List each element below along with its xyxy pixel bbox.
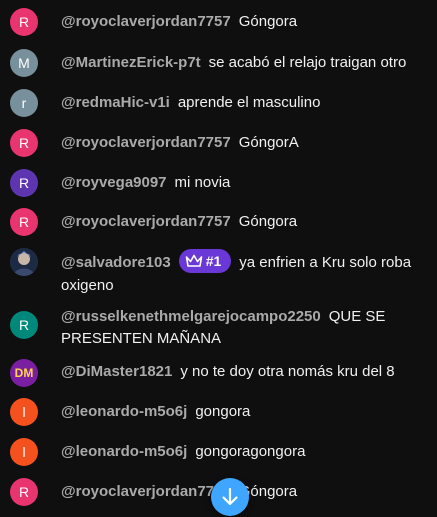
message-text: se acabó el relajo traigan otro xyxy=(208,54,407,71)
author-name[interactable]: @royoclaverjordan7757 xyxy=(61,213,231,230)
message-body: @salvadore103 #1 ya enfrien a Kru solo rob… xyxy=(61,249,431,297)
avatar[interactable]: R xyxy=(10,8,38,36)
author-name[interactable]: @royoclaverjordan7757 xyxy=(61,13,231,30)
avatar[interactable]: R xyxy=(10,208,38,236)
avatar[interactable]: l xyxy=(10,398,38,426)
chat-message: DM @DiMaster1821 y no te doy otra nomás k… xyxy=(0,359,437,387)
message-text: mi novia xyxy=(174,174,231,191)
chat-message: R @royvega9097 mi novia xyxy=(0,169,437,197)
avatar[interactable]: R xyxy=(10,478,38,506)
chat-message: R @royoclaverjordan7757 Góngora xyxy=(0,208,437,236)
badge-label: #1 xyxy=(205,253,222,269)
avatar[interactable]: R xyxy=(10,311,38,339)
author-name[interactable]: @salvadore103 xyxy=(61,254,171,271)
chat-message: @salvadore103 #1 ya enfrien a Kru solo rob… xyxy=(0,248,437,297)
author-name[interactable]: @russelkenethmelgarejocampo2250 xyxy=(61,308,321,325)
avatar[interactable]: r xyxy=(10,89,38,117)
message-body: @royoclaverjordan7757 Góngora xyxy=(61,11,431,33)
author-name[interactable]: @leonardo-m5o6j xyxy=(61,403,187,420)
avatar-image xyxy=(10,248,38,276)
avatar[interactable]: DM xyxy=(10,359,38,387)
message-body: @russelkenethmelgarejocampo2250 QUE SE PR… xyxy=(61,306,431,350)
message-text: aprende el masculino xyxy=(177,94,321,111)
chat-message: l @leonardo-m5o6j gongoragongora xyxy=(0,438,437,466)
chat-message: R @royoclaverjordan7757 Góngora xyxy=(0,8,437,36)
message-text: GóngorA xyxy=(238,134,299,151)
avatar[interactable]: R xyxy=(10,169,38,197)
message-text: y no te doy otra nomás kru del 8 xyxy=(180,363,395,380)
author-name[interactable]: @royoclaverjordan7757 xyxy=(61,134,231,151)
message-text: Góngora xyxy=(238,13,298,30)
chat-message: l @leonardo-m5o6j gongora xyxy=(0,398,437,426)
avatar[interactable]: R xyxy=(10,129,38,157)
message-text: gongoragongora xyxy=(195,443,306,460)
message-text: Góngora xyxy=(238,213,298,230)
chat-message: r @redmaHic-v1i aprende el masculino xyxy=(0,89,437,117)
message-body: @royvega9097 mi novia xyxy=(61,172,431,194)
avatar[interactable]: l xyxy=(10,438,38,466)
message-body: @MartinezErick-p7t se acabó el relajo tra… xyxy=(61,52,431,74)
message-body: @DiMaster1821 y no te doy otra nomás kru … xyxy=(61,361,431,383)
message-body: @royoclaverjordan7757 GóngorA xyxy=(61,132,431,154)
message-body: @redmaHic-v1i aprende el masculino xyxy=(61,92,431,114)
chat-message: R @russelkenethmelgarejocampo2250 QUE SE … xyxy=(0,306,437,350)
author-name[interactable]: @redmaHic-v1i xyxy=(61,94,170,111)
scroll-to-bottom-button[interactable] xyxy=(211,478,249,516)
message-body: @royoclaverjordan7757 Góngora xyxy=(61,211,431,233)
arrow-down-icon xyxy=(222,487,238,506)
crown-icon xyxy=(185,254,203,268)
member-badge[interactable]: #1 xyxy=(178,249,232,273)
author-name[interactable]: @royoclaverjordan7757 xyxy=(61,483,231,500)
author-name[interactable]: @royvega9097 xyxy=(61,174,167,191)
author-name[interactable]: @MartinezErick-p7t xyxy=(61,54,201,71)
message-body: @leonardo-m5o6j gongora xyxy=(61,401,431,423)
avatar[interactable] xyxy=(10,248,38,276)
message-text: gongora xyxy=(195,403,251,420)
message-body: @leonardo-m5o6j gongoragongora xyxy=(61,441,431,463)
avatar[interactable]: M xyxy=(10,49,38,77)
chat-message: R @royoclaverjordan7757 GóngorA xyxy=(0,129,437,157)
chat-message: M @MartinezErick-p7t se acabó el relajo t… xyxy=(0,49,437,77)
author-name[interactable]: @DiMaster1821 xyxy=(61,363,172,380)
author-name[interactable]: @leonardo-m5o6j xyxy=(61,443,187,460)
live-chat: R @royoclaverjordan7757 Góngora M @Martin… xyxy=(0,0,437,517)
